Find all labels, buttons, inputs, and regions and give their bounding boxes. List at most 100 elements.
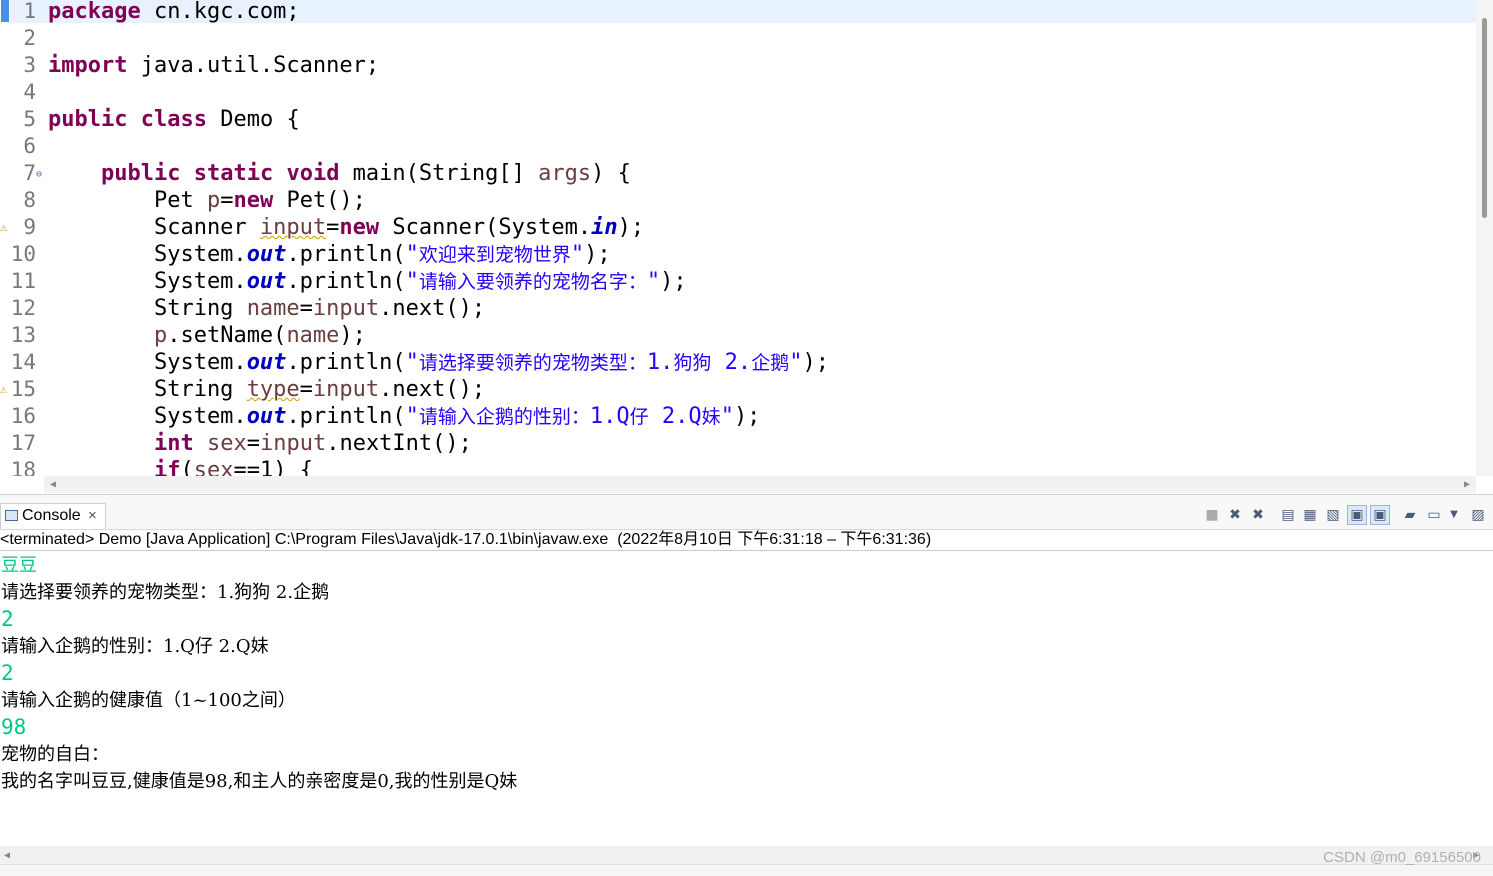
code-token: ==1) {: [233, 458, 313, 476]
code-token: type: [246, 377, 300, 402]
code-token: .setName(: [167, 323, 287, 348]
code-line[interactable]: 13 p.setName(name);: [0, 322, 1476, 349]
code-line[interactable]: 1 package cn.kgc.com;: [0, 0, 1476, 25]
watermark-text: CSDN @m0_69156500: [1323, 849, 1481, 866]
code-token: 请选择要领养的宠物类型：: [418, 352, 647, 374]
pin-console-icon[interactable]: ▰: [1400, 505, 1420, 525]
code-token: .next();: [379, 296, 486, 321]
fold-collapse-icon[interactable]: ⊖: [36, 161, 42, 188]
line-number: 13: [10, 323, 36, 347]
open-console-icon[interactable]: ▨: [1468, 505, 1488, 525]
console-horizontal-scrollbar[interactable]: ◀ ▶: [0, 846, 1493, 864]
scroll-lock-icon[interactable]: ▦: [1300, 505, 1320, 525]
show-on-stdout-icon[interactable]: ▣: [1347, 505, 1367, 525]
code-line[interactable]: 5 public class Demo {: [0, 106, 1476, 133]
display-console-icon[interactable]: ▭: [1424, 505, 1444, 525]
line-number: 8: [23, 188, 36, 212]
code-token: =: [299, 296, 313, 321]
line-number: 7: [23, 161, 36, 185]
console-user-input-line: 2: [1, 661, 14, 685]
code-token: out: [246, 404, 287, 429]
code-line[interactable]: 2: [0, 25, 1476, 52]
scroll-right-arrow-icon[interactable]: ▶: [1464, 476, 1470, 493]
code-token: );: [617, 215, 645, 240]
code-token: .println(: [286, 404, 406, 429]
code-token: );: [339, 323, 366, 348]
editor-horizontal-scrollbar[interactable]: ◀ ▶: [44, 476, 1476, 493]
console-output[interactable]: 豆豆 请选择要领养的宠物类型：1.狗狗 2.企鹅 2 请输入企鹅的性别：1.Q仔 2.…: [0, 552, 1493, 795]
line-number: 10: [10, 242, 36, 266]
code-line[interactable]: ⚠ 9 Scanner input=new Scanner(System.in);: [0, 214, 1476, 241]
code-token: ": [405, 269, 419, 294]
code-line[interactable]: 10 System.out.println("欢迎来到宠物世界");: [0, 241, 1476, 268]
code-line[interactable]: 14 System.out.println("请选择要领养的宠物类型：1.狗狗 …: [0, 349, 1476, 376]
code-token: 欢迎来到宠物世界: [418, 244, 571, 266]
code-token: 2.: [711, 350, 752, 375]
tab-console[interactable]: Console ×: [0, 503, 106, 529]
console-output-line: 请输入企鹅的健康值（1~100之间）: [1, 690, 296, 711]
chevron-down-icon[interactable]: ▼: [1444, 505, 1464, 525]
editor-vertical-scroll-thumb[interactable]: [1482, 18, 1487, 218]
code-token: sex: [193, 458, 234, 476]
code-text: p.setName(name);: [48, 322, 366, 349]
code-token: );: [802, 350, 829, 375]
clear-console-icon[interactable]: ▤: [1278, 505, 1298, 525]
remove-launch-icon[interactable]: ✖: [1225, 505, 1245, 525]
code-token: ": [405, 404, 419, 429]
code-line[interactable]: 3 import java.util.Scanner;: [0, 52, 1476, 79]
code-token: out: [246, 269, 287, 294]
code-token: import: [48, 53, 128, 78]
code-line[interactable]: 4: [0, 79, 1476, 106]
code-token: name: [246, 296, 300, 321]
terminate-icon[interactable]: ■: [1202, 505, 1222, 525]
code-line[interactable]: 7 ⊖ public static void main(String[] args…: [0, 160, 1476, 187]
line-number: 2: [23, 26, 36, 50]
close-icon[interactable]: ×: [88, 504, 97, 528]
code-lines[interactable]: 1 package cn.kgc.com; 2 3 import java.util.S…: [0, 0, 1476, 476]
code-line[interactable]: 17 int sex=input.nextInt();: [0, 430, 1476, 457]
code-token: ) {: [591, 161, 631, 186]
console-output-line: 宠物的自白：: [1, 744, 109, 765]
console-toolbar: ■ ✖ ✖ ▤ ▦ ▧ ▣ ▣ ▰ ▭ ▼ ▨: [1200, 505, 1490, 525]
scroll-left-arrow-icon[interactable]: ◀: [4, 847, 10, 864]
code-line[interactable]: 8 Pet p=new Pet();: [0, 187, 1476, 214]
code-line[interactable]: 11 System.out.println("请输入要领养的宠物名字：");: [0, 268, 1476, 295]
line-number: 6: [23, 134, 36, 158]
code-token: public: [100, 161, 181, 186]
code-line[interactable]: 18 if(sex==1) {: [0, 457, 1476, 476]
code-token: 请输入企鹅的性别：: [418, 406, 590, 428]
code-token: =: [299, 377, 313, 402]
code-line[interactable]: ⚠ 15 String type=input.next();: [0, 376, 1476, 403]
code-token: p: [153, 323, 168, 348]
show-on-stderr-icon[interactable]: ▣: [1370, 505, 1390, 525]
code-text: System.out.println("请选择要领养的宠物类型：1.狗狗 2.企…: [48, 349, 829, 377]
line-number: 5: [23, 107, 36, 131]
code-token: String: [48, 377, 247, 402]
line-number: 18: [10, 458, 36, 476]
code-token: 仔: [629, 406, 649, 428]
remove-all-terminated-icon[interactable]: ✖: [1248, 505, 1268, 525]
console-view-header: Console × ■ ✖ ✖ ▤ ▦ ▧ ▣ ▣ ▰ ▭ ▼ ▨: [0, 494, 1493, 530]
code-token: 2.Q: [648, 404, 702, 429]
code-line[interactable]: 12 String name=input.next();: [0, 295, 1476, 322]
code-token: cn.kgc.com;: [140, 0, 300, 24]
code-editor[interactable]: 1 package cn.kgc.com; 2 3 import java.util.S…: [0, 0, 1493, 476]
console-tab-label: Console: [22, 507, 81, 524]
code-text: System.out.println("欢迎来到宠物世界");: [48, 241, 611, 269]
scroll-left-arrow-icon[interactable]: ◀: [50, 476, 56, 493]
word-wrap-icon[interactable]: ▧: [1323, 505, 1343, 525]
code-token: );: [733, 404, 761, 429]
code-token: 企鹅: [751, 352, 790, 374]
code-token: System.: [48, 350, 247, 375]
code-token: sex: [206, 431, 247, 456]
code-token: System.: [48, 404, 247, 429]
code-token: );: [660, 269, 687, 294]
code-token: String: [48, 296, 247, 321]
code-line[interactable]: 6: [0, 133, 1476, 160]
code-line[interactable]: 16 System.out.println("请输入企鹅的性别：1.Q仔 2.Q…: [0, 403, 1476, 430]
